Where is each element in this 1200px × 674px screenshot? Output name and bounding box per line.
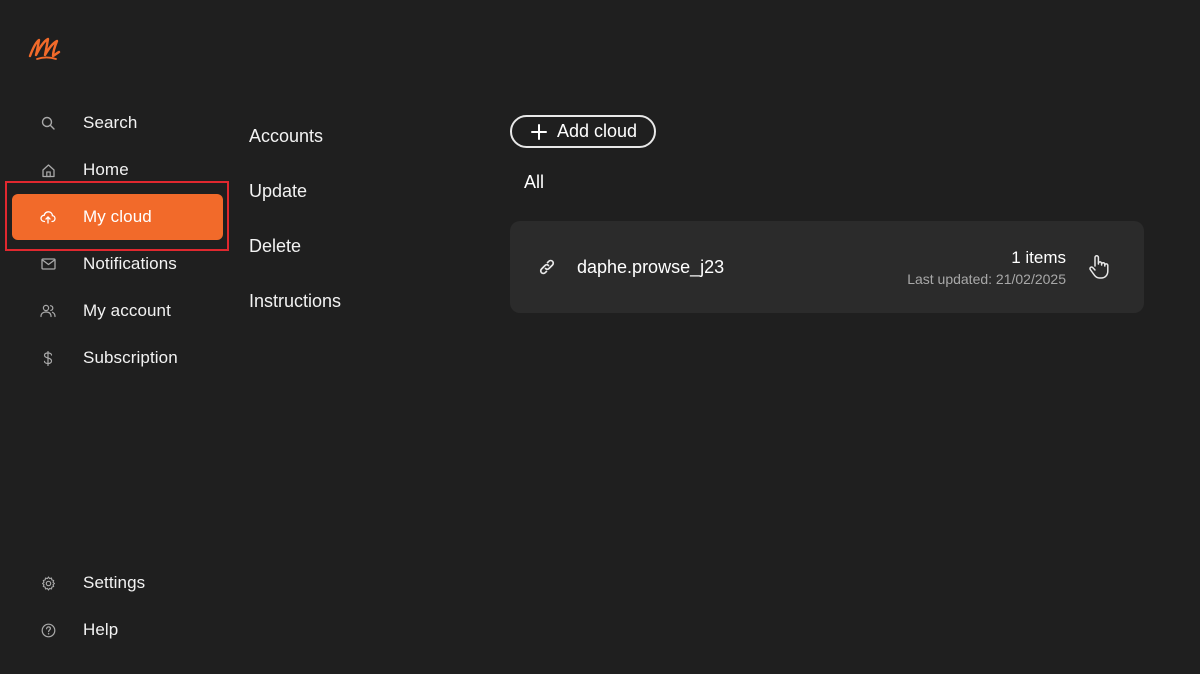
sidebar-item-search[interactable]: Search <box>12 100 223 146</box>
search-icon <box>40 115 56 131</box>
gear-icon <box>40 575 56 591</box>
add-cloud-button[interactable]: Add cloud <box>510 115 656 148</box>
mail-icon <box>40 256 56 272</box>
cloud-last-updated: Last updated: 21/02/2025 <box>907 271 1066 287</box>
submenu-item-update[interactable]: Update <box>249 181 307 202</box>
home-icon <box>40 162 56 178</box>
sidebar-item-label: Search <box>83 113 138 132</box>
sidebar-item-my-cloud[interactable]: My cloud <box>12 194 223 240</box>
filter-all-tab[interactable]: All <box>524 172 544 193</box>
m-logo-icon <box>28 37 61 60</box>
submenu-item-accounts[interactable]: Accounts <box>249 126 323 147</box>
sidebar-item-settings[interactable]: Settings <box>12 560 223 606</box>
sidebar-item-help[interactable]: Help <box>12 607 223 653</box>
hand-pointer-icon <box>1089 255 1109 279</box>
sidebar-item-label: Home <box>83 160 129 179</box>
sidebar-item-label: Notifications <box>83 254 177 273</box>
dollar-icon <box>40 350 56 366</box>
plus-icon <box>531 124 547 140</box>
sidebar-item-my-account[interactable]: My account <box>12 288 223 334</box>
help-icon <box>40 622 56 638</box>
sidebar-item-label: Subscription <box>83 348 178 367</box>
sidebar-item-label: My account <box>83 301 171 320</box>
cloud-upload-icon <box>40 209 56 225</box>
link-icon <box>539 259 555 275</box>
sidebar-item-label: Settings <box>83 573 146 592</box>
add-cloud-label: Add cloud <box>557 121 638 141</box>
submenu-item-delete[interactable]: Delete <box>249 236 301 257</box>
submenu-item-instructions[interactable]: Instructions <box>249 291 341 312</box>
sidebar-item-subscription[interactable]: Subscription <box>12 335 223 381</box>
app-window: Search Home My cloud Notifications My ac… <box>0 0 1200 674</box>
cloud-account-name: daphe.prowse_j23 <box>577 257 725 277</box>
cloud-account-card[interactable]: daphe.prowse_j23 1 items Last updated: 2… <box>510 221 1144 313</box>
sidebar-item-label: Help <box>83 620 119 639</box>
sidebar-item-notifications[interactable]: Notifications <box>12 241 223 287</box>
sidebar-item-label: My cloud <box>83 207 152 226</box>
users-icon <box>40 303 56 319</box>
cloud-item-count: 1 items <box>1011 248 1066 267</box>
sidebar-item-home[interactable]: Home <box>12 147 223 193</box>
